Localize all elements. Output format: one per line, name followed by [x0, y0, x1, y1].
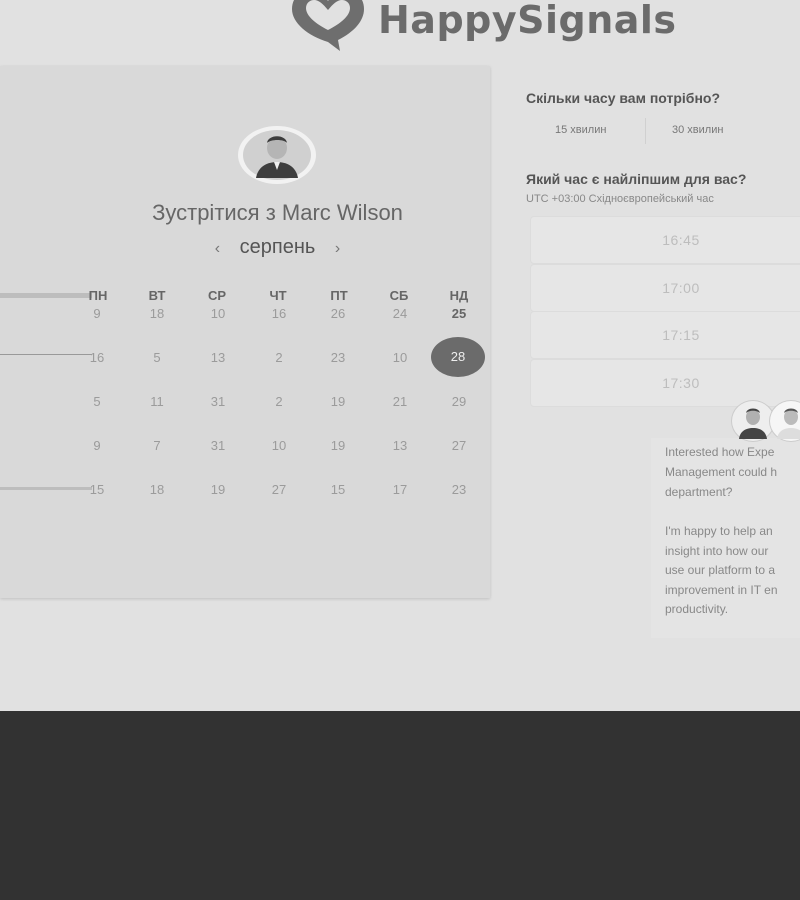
happysignals-logo[interactable]: HappySignals — [288, 0, 708, 52]
person-icon — [777, 408, 800, 439]
calendar-day[interactable]: 19 — [318, 394, 358, 409]
weekday-header: СР — [207, 288, 227, 303]
calendar-day[interactable]: 31 — [198, 394, 238, 409]
calendar-day[interactable]: 27 — [439, 438, 479, 453]
calendar-day[interactable]: 18 — [137, 482, 177, 497]
chat-line: use our platform to a — [665, 563, 776, 577]
weekday-header: ВТ — [148, 288, 166, 303]
calendar-day[interactable]: 19 — [198, 482, 238, 497]
chat-line: department? — [665, 485, 733, 499]
meeting-title: Зустрітися з Marc Wilson — [152, 200, 403, 225]
weekday-header: НД — [449, 288, 469, 303]
calendar-day[interactable]: 23 — [439, 482, 479, 497]
chat-line: improvement in IT en — [665, 583, 778, 597]
calendar-day[interactable]: 7 — [137, 438, 177, 453]
calendar-day[interactable]: 13 — [198, 350, 238, 365]
calendar-day[interactable]: 15 — [318, 482, 358, 497]
calendar-day[interactable]: 5 — [137, 350, 177, 365]
time-slot[interactable]: 17:15 — [530, 311, 800, 359]
calendar-day[interactable]: 2 — [259, 350, 299, 365]
calendar-day[interactable]: 18 — [137, 306, 177, 321]
chat-line: Interested how Expe — [665, 445, 775, 459]
duration-option-15[interactable]: 15 хвилин — [555, 124, 606, 136]
calendar-day[interactable]: 10 — [380, 350, 420, 365]
chat-message-bubble: Interested how Expe Management could h d… — [651, 438, 800, 638]
weekday-header: ПТ — [330, 288, 348, 303]
calendar-day[interactable]: 5 — [77, 394, 117, 409]
chat-line: productivity. — [665, 602, 729, 616]
person-icon — [739, 408, 767, 439]
calendar-day[interactable]: 11 — [137, 394, 177, 409]
time-slot[interactable]: 17:00 — [530, 264, 800, 312]
calendar-day[interactable]: 13 — [380, 438, 420, 453]
calendar-day[interactable]: 29 — [439, 394, 479, 409]
chevron-right-icon[interactable]: › — [335, 240, 340, 257]
host-avatar — [238, 126, 316, 184]
weekday-header: СБ — [389, 288, 409, 303]
calendar-day[interactable]: 17 — [380, 482, 420, 497]
calendar-day[interactable]: 25 — [439, 306, 479, 321]
calendar-day[interactable]: 23 — [318, 350, 358, 365]
duration-question: Скільки часу вам потрібно? — [526, 90, 721, 106]
calendar-day[interactable]: 19 — [318, 438, 358, 453]
calendar-day[interactable]: 16 — [259, 306, 299, 321]
selected-day[interactable]: 28 — [431, 337, 485, 377]
time-slot[interactable]: 16:45 — [530, 216, 800, 264]
page-footer — [0, 711, 800, 900]
chat-line: I'm happy to help an — [665, 524, 773, 538]
avatar — [769, 400, 800, 442]
heart-speech-icon — [292, 0, 364, 51]
calendar-day[interactable]: 9 — [77, 438, 117, 453]
calendar-day[interactable]: 26 — [318, 306, 358, 321]
month-navigation: ‹ серпень › — [0, 236, 555, 259]
weekday-header: ЧТ — [269, 288, 287, 303]
calendar-day[interactable]: 9 — [77, 306, 117, 321]
duration-option-30[interactable]: 30 хвилин — [672, 124, 723, 136]
time-question: Який час є найліпшим для вас? — [526, 171, 747, 187]
calendar-day[interactable]: 10 — [198, 306, 238, 321]
calendar-day[interactable]: 16 — [77, 350, 117, 365]
chevron-left-icon[interactable]: ‹ — [215, 240, 220, 257]
calendar-day[interactable]: 31 — [198, 438, 238, 453]
month-label: серпень — [239, 236, 316, 258]
weekday-header: ПН — [88, 288, 108, 303]
calendar-day[interactable]: 21 — [380, 394, 420, 409]
brand-name: HappySignals — [378, 0, 677, 42]
calendar-day[interactable]: 27 — [259, 482, 299, 497]
chat-line: insight into how our — [665, 544, 769, 558]
chat-line: Management could h — [665, 465, 778, 479]
person-icon — [243, 130, 311, 180]
duration-divider — [645, 118, 646, 144]
calendar-day[interactable]: 24 — [380, 306, 420, 321]
calendar-day[interactable]: 10 — [259, 438, 299, 453]
timezone-label[interactable]: UTC +03:00 Східноєвропейський час — [526, 193, 714, 205]
chat-agent-avatars[interactable] — [731, 400, 800, 442]
calendar-day[interactable]: 15 — [77, 482, 117, 497]
calendar-day[interactable]: 2 — [259, 394, 299, 409]
